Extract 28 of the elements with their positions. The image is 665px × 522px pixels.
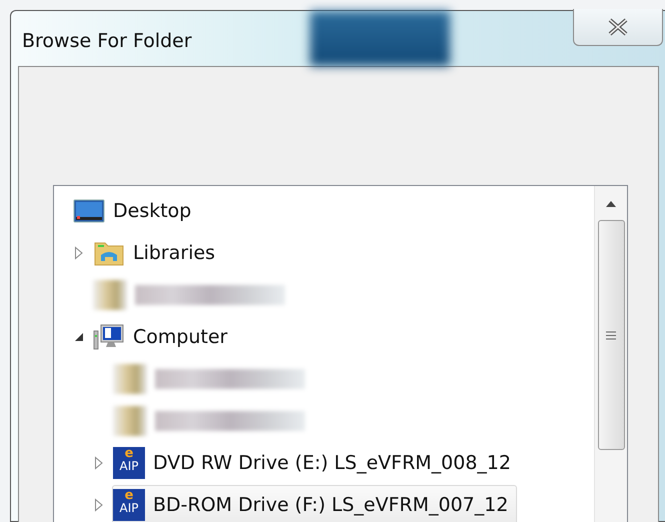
close-icon (607, 18, 629, 36)
grip-icon (606, 330, 616, 340)
monitor-icon (73, 198, 105, 224)
blurred-icon (113, 406, 147, 436)
collapse-icon[interactable] (74, 332, 84, 342)
expand-icon[interactable] (94, 456, 104, 470)
tree-item[interactable]: DVD RW Drive (E:) LS_eVFRM_008_12 (153, 452, 511, 474)
scrollbar[interactable] (594, 186, 627, 522)
scrollbar-thumb[interactable] (598, 220, 624, 450)
blurred-icon (93, 280, 127, 310)
tree-row[interactable]: Computer (92, 317, 236, 357)
window-title: Browse For Folder (22, 30, 192, 52)
drive-icon: e AIP (113, 447, 145, 479)
tree-item[interactable]: Computer (133, 326, 228, 348)
close-button[interactable] (573, 9, 663, 46)
expand-icon[interactable] (74, 246, 84, 260)
blurred-icon (113, 364, 147, 394)
tree-item[interactable]: Libraries (133, 242, 216, 264)
tree-row[interactable]: e AIP BD-ROM Drive (F:) LS_eVFRM_007_12 (112, 485, 518, 522)
tree-row[interactable]: Libraries (92, 233, 224, 273)
tree-item[interactable]: Desktop (113, 200, 192, 222)
scroll-up-icon[interactable] (605, 200, 617, 208)
computer-icon (93, 323, 125, 351)
tree-item[interactable]: BD-ROM Drive (F:) LS_eVFRM_007_12 (153, 494, 508, 516)
drive-icon: e AIP (113, 489, 145, 521)
expand-icon[interactable] (94, 498, 104, 512)
tree-row[interactable]: Desktop (72, 191, 200, 231)
tree-row[interactable]: e AIP DVD RW Drive (E:) LS_eVFRM_008_12 (112, 443, 520, 483)
